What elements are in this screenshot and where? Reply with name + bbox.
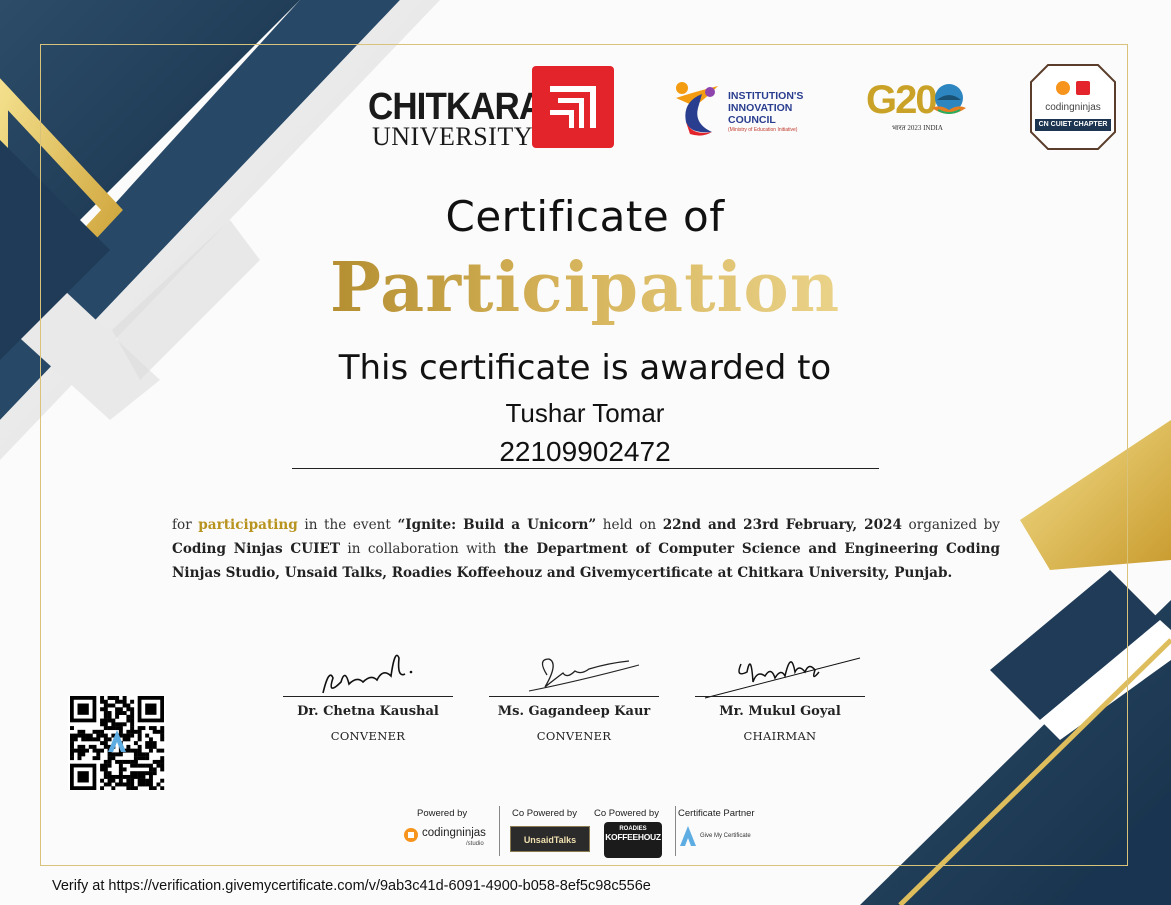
iic-line-1: INSTITUTION'S xyxy=(728,90,804,102)
signatory-role: CONVENER xyxy=(330,729,406,743)
verification-qr-code[interactable] xyxy=(68,696,166,791)
signature-image-2 xyxy=(489,645,659,697)
signatory-name: Ms. Gagandeep Kaur xyxy=(497,704,651,719)
koffeehouz-line: KOFFEEHOUZ xyxy=(605,832,661,842)
chitkara-university-logo: CHITKARA UNIVERSITY xyxy=(366,66,616,151)
awarded-line: This certificate is awarded to xyxy=(338,348,832,388)
chitkara-emblem-icon xyxy=(532,66,614,148)
desc-text-9: in collaboration with xyxy=(339,541,504,557)
signatory-2: Ms. Gagandeep Kaur CONVENER xyxy=(489,696,659,746)
chitkara-logo-sub: UNIVERSITY xyxy=(372,122,533,151)
certificate-page: CHITKARA UNIVERSITY INSTITUTION'S INNOVA… xyxy=(0,0,1171,905)
recipient-underline xyxy=(292,468,879,469)
certificate-title: Participation xyxy=(300,248,870,328)
desc-participating: participating xyxy=(198,517,298,533)
signatory-name: Dr. Chetna Kaushal xyxy=(297,704,439,719)
gmc-icon xyxy=(680,826,696,846)
signature-line xyxy=(283,696,453,697)
g20-subtitle: भारत 2023 INDIA xyxy=(892,124,943,132)
recipient-id: 22109902472 xyxy=(499,436,671,467)
desc-text-7: organized by xyxy=(901,517,1000,533)
desc-event-name: “Ignite: Build a Unicorn” xyxy=(397,517,597,533)
certificate-partner-label: Certificate Partner xyxy=(678,808,755,819)
roadies-koffeehouz-logo: ROADIES KOFFEEHOUZ xyxy=(604,822,662,858)
partner-divider xyxy=(499,806,500,856)
cn-chapter-label: CN CUIET CHAPTER xyxy=(1035,119,1111,131)
give-my-certificate-logo: Give My Certificate xyxy=(680,826,770,848)
co-powered-label-1: Co Powered by xyxy=(512,808,577,819)
signature-image-3 xyxy=(695,642,865,700)
coding-ninjas-sub: /studio xyxy=(466,841,484,847)
roadies-line: ROADIES xyxy=(619,826,647,832)
event-description: for participating in the event “Ignite: … xyxy=(172,513,1000,585)
g20-wordmark: G20 xyxy=(866,78,938,122)
powered-by-label: Powered by xyxy=(417,808,468,819)
verification-url[interactable]: Verify at https://verification.givemycer… xyxy=(52,878,651,894)
iic-emblem-icon xyxy=(676,82,718,136)
desc-event-dates: 22nd and 23rd February, 2024 xyxy=(662,517,902,533)
desc-text-1: for xyxy=(172,517,199,533)
coding-ninjas-chapter-badge: codingninjas CN CUIET CHAPTER xyxy=(1030,64,1116,150)
iic-subtitle: (Ministry of Education Initiative) xyxy=(728,127,798,133)
coding-ninjas-studio-logo: codingninjas /studio xyxy=(404,826,500,850)
signature-image-1 xyxy=(283,638,453,698)
signatory-1: Dr. Chetna Kaushal CONVENER xyxy=(283,696,453,746)
signatory-role: CHAIRMAN xyxy=(743,729,817,743)
partner-divider xyxy=(675,806,676,856)
gmc-name: Give My Certificate xyxy=(700,833,751,839)
certificate-heading: Certificate of xyxy=(445,192,725,241)
iic-line-2: INNOVATION xyxy=(728,102,793,114)
recipient-name: Tushar Tomar xyxy=(505,398,665,428)
signature-line xyxy=(489,696,659,697)
coding-ninjas-name: codingninjas xyxy=(422,827,486,839)
iic-line-3: COUNCIL xyxy=(728,114,776,126)
signatory-name: Mr. Mukul Goyal xyxy=(719,704,841,719)
signatory-3: Mr. Mukul Goyal CHAIRMAN xyxy=(695,696,865,746)
signatory-role: CONVENER xyxy=(536,729,612,743)
innovation-council-logo: INSTITUTION'S INNOVATION COUNCIL (Minist… xyxy=(672,78,822,144)
desc-text-5: held on xyxy=(596,517,663,533)
g20-logo: G20 भारत 2023 INDIA xyxy=(866,78,976,140)
coding-ninjas-icon xyxy=(404,828,418,842)
qr-code-icon xyxy=(68,696,166,791)
unsaid-talks-logo: UnsaidTalks xyxy=(510,826,590,852)
desc-organizer: Coding Ninjas CUIET xyxy=(172,541,340,557)
lotus-globe-icon xyxy=(932,84,966,114)
co-powered-label-2: Co Powered by xyxy=(594,808,659,819)
signature-line xyxy=(695,696,865,697)
cn-wordmark: codingninjas xyxy=(1045,102,1101,113)
iic-title: INSTITUTION'S INNOVATION COUNCIL xyxy=(728,90,803,126)
desc-text-3: in the event xyxy=(297,517,398,533)
